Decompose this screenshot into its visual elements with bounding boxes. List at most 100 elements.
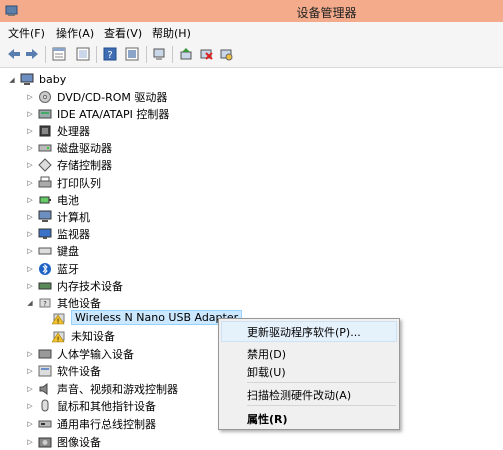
context-menu: 更新驱动程序软件(P)... 禁用(D) 卸载(U) 扫描检测硬件改动(A) 属… [218, 318, 400, 430]
tree-item-unknown-device[interactable]: ! 未知设备 [52, 327, 115, 344]
tree-category-label: 计算机 [57, 210, 90, 224]
memory-icon [38, 282, 52, 290]
tree-category[interactable]: ▷ 计算机 [26, 208, 90, 225]
tree-category[interactable]: ▷ 处理器 [26, 122, 90, 139]
expand-arrow-icon[interactable]: ▷ [26, 144, 34, 152]
expand-arrow-icon[interactable]: ▷ [26, 350, 34, 358]
forward-icon[interactable] [24, 46, 40, 62]
toolbar: ? [0, 42, 503, 68]
menu-action[interactable]: 操作(A) [56, 25, 94, 41]
show-hidden-icon[interactable] [124, 46, 140, 62]
tree-category-label: 软件设备 [57, 365, 101, 379]
tree-category-label: 鼠标和其他指针设备 [57, 400, 156, 414]
tree-category-label: 蓝牙 [57, 262, 79, 276]
expand-arrow-icon[interactable]: ▷ [26, 247, 34, 255]
tree-category[interactable]: ▷ 蓝牙 [26, 260, 79, 277]
expand-arrow-icon[interactable]: ▷ [26, 438, 34, 446]
warning-device-icon: ! [52, 331, 65, 343]
expand-arrow-icon[interactable]: ▷ [26, 110, 34, 118]
svg-text:?: ? [43, 300, 47, 308]
uninstall-icon[interactable] [198, 46, 214, 62]
expand-arrow-icon[interactable]: ▷ [26, 196, 34, 204]
svg-text:!: ! [57, 317, 60, 325]
properties-icon[interactable] [51, 46, 67, 62]
menu-help[interactable]: 帮助(H) [152, 25, 191, 41]
tree-category[interactable]: ▷ 电池 [26, 191, 79, 208]
tree-category[interactable]: ▷ IDE ATA/ATAPI 控制器 [26, 105, 169, 122]
tree-category-label: 图像设备 [57, 435, 101, 449]
context-scan-hardware[interactable]: 扫描检测硬件改动(A) [247, 387, 351, 403]
expand-arrow-icon[interactable]: ▷ [26, 265, 34, 273]
expand-arrow-icon[interactable]: ▷ [26, 161, 34, 169]
tree-category[interactable]: ▷ 打印队列 [26, 174, 101, 191]
update-driver-icon[interactable] [178, 46, 194, 62]
expand-arrow-icon[interactable]: ▷ [26, 367, 34, 375]
tree-root[interactable]: ◢ baby [8, 71, 66, 88]
tree-category[interactable]: ▷ 软件设备 [26, 363, 101, 380]
expand-arrow-icon[interactable]: ▷ [26, 179, 34, 187]
ide-controller-icon [38, 109, 52, 119]
context-disable[interactable]: 禁用(D) [247, 346, 286, 362]
expand-arrow-icon[interactable]: ▷ [26, 402, 34, 410]
title-bar: 设备管理器 [0, 0, 503, 22]
keyboard-icon [38, 247, 52, 255]
expand-arrow-icon[interactable]: ▷ [26, 282, 34, 290]
storage-controller-icon [38, 158, 52, 173]
dvd-drive-icon [39, 90, 51, 103]
scan-icon[interactable] [151, 46, 167, 62]
expand-arrow-icon[interactable]: ▷ [26, 93, 34, 101]
tree-category[interactable]: ▷ 鼠标和其他指针设备 [26, 398, 156, 415]
tree-category-label: 磁盘驱动器 [57, 142, 112, 156]
tree-category-label: IDE ATA/ATAPI 控制器 [57, 107, 170, 121]
menu-file[interactable]: 文件(F) [8, 25, 45, 41]
tree-category-label: 键盘 [57, 245, 79, 259]
context-update-driver[interactable]: 更新驱动程序软件(P)... [247, 324, 361, 340]
expand-arrow-icon[interactable]: ▷ [26, 230, 34, 238]
computer-icon [20, 73, 34, 85]
tree-category[interactable]: ▷ 通用串行总线控制器 [26, 415, 156, 432]
tree-category[interactable]: ▷ 声音、视频和游戏控制器 [26, 380, 178, 397]
tree-category[interactable]: ▷ DVD/CD-ROM 驱动器 [26, 88, 167, 105]
menu-bar: 文件(F) 操作(A) 查看(V) 帮助(H) [0, 22, 503, 42]
expand-arrow-icon[interactable]: ▷ [26, 213, 34, 221]
usb-controller-icon [38, 420, 52, 428]
tree-category-label: 通用串行总线控制器 [57, 417, 156, 431]
expand-arrow-icon[interactable]: ▷ [26, 385, 34, 393]
tree-category[interactable]: ▷ 存储控制器 [26, 157, 112, 174]
monitor-icon [38, 228, 52, 240]
tree-category[interactable]: ▷ 图像设备 [26, 433, 101, 450]
tree-category-label: 存储控制器 [57, 159, 112, 173]
collapse-arrow-icon[interactable]: ◢ [8, 76, 16, 84]
disk-drive-icon [38, 144, 52, 152]
context-properties[interactable]: 属性(R) [247, 411, 288, 427]
scan-hardware-icon[interactable] [218, 46, 234, 62]
tree-category[interactable]: ▷ 磁盘驱动器 [26, 140, 112, 157]
tree-category-label: 声音、视频和游戏控制器 [57, 382, 178, 396]
tree-category-label: 处理器 [57, 124, 90, 138]
refresh-icon[interactable] [75, 46, 91, 62]
tree-category-label: DVD/CD-ROM 驱动器 [57, 90, 168, 104]
bluetooth-icon [39, 262, 51, 275]
tree-category[interactable]: ▷ 内存技术设备 [26, 277, 123, 294]
menu-separator [247, 405, 396, 406]
mouse-icon [41, 399, 49, 412]
tree-category[interactable]: ▷ 监视器 [26, 226, 90, 243]
tree-category[interactable]: ▷ 人体学输入设备 [26, 345, 134, 362]
battery-icon [39, 196, 51, 204]
menu-view[interactable]: 查看(V) [104, 25, 142, 41]
input-device-icon [38, 349, 52, 358]
tree-category-label: 人体学输入设备 [57, 347, 134, 361]
expand-arrow-icon[interactable]: ▷ [26, 420, 34, 428]
tree-category[interactable]: ▷ 键盘 [26, 243, 79, 260]
printer-icon [38, 176, 52, 187]
tree-item-label: 未知设备 [71, 329, 115, 343]
tree-category-label: 监视器 [57, 228, 90, 242]
tree-item-wireless-adapter[interactable]: ! Wireless N Nano USB Adapter [52, 309, 243, 326]
context-uninstall[interactable]: 卸载(U) [247, 364, 286, 380]
tree-category-label: 内存技术设备 [57, 279, 123, 293]
collapse-arrow-icon[interactable]: ◢ [26, 299, 34, 307]
expand-arrow-icon[interactable]: ▷ [26, 127, 34, 135]
warning-device-icon: ! [52, 313, 65, 325]
back-icon[interactable] [6, 46, 22, 62]
help-icon[interactable]: ? [102, 46, 118, 62]
